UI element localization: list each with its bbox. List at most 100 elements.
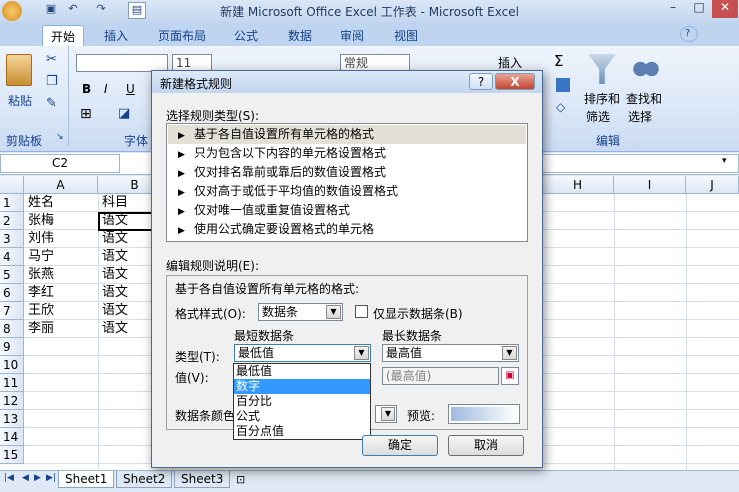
range-picker-icon[interactable]: ▣ xyxy=(501,367,519,385)
row-header[interactable]: 7 xyxy=(0,302,24,320)
longest-type-combo[interactable]: 最高值 ▼ xyxy=(382,344,519,362)
cell-a[interactable]: 李丽 xyxy=(24,320,98,338)
underline-icon[interactable]: U xyxy=(126,82,135,96)
sort-filter-button-line2[interactable]: 筛选 xyxy=(586,108,610,125)
format-style-label: 格式样式(O): xyxy=(175,307,246,321)
column-header-a[interactable]: A xyxy=(24,176,98,194)
rule-type-item[interactable]: ▶ 仅对唯一值或重复值设置格式 xyxy=(168,201,526,220)
row-header[interactable]: 3 xyxy=(0,230,24,248)
rule-type-item[interactable]: ▶ 仅对排名靠前或靠后的数值设置格式 xyxy=(168,163,526,182)
sheet-tab-sheet3[interactable]: Sheet3 xyxy=(174,471,231,488)
row-header[interactable]: 13 xyxy=(0,410,24,428)
cut-icon[interactable]: ✂ xyxy=(46,52,57,67)
row-header[interactable]: 1 xyxy=(0,194,24,212)
rule-type-item[interactable]: ▶ 仅对高于或低于平均值的数值设置格式 xyxy=(168,182,526,201)
cell-a[interactable]: 马宁 xyxy=(24,248,98,266)
row-header[interactable]: 8 xyxy=(0,320,24,338)
bar-color-picker[interactable]: ▼ xyxy=(375,405,397,423)
find-select-button-line2[interactable]: 选择 xyxy=(628,108,652,125)
tab-data[interactable]: 数据 xyxy=(280,25,320,46)
fill-icon[interactable] xyxy=(556,78,570,92)
dropdown-option[interactable]: 百分比 xyxy=(234,394,370,409)
cell-a[interactable]: 王欣 xyxy=(24,302,98,320)
cell-a[interactable]: 姓名 xyxy=(24,194,98,212)
tab-home[interactable]: 开始 xyxy=(42,25,85,46)
sheet-nav-last-icon[interactable]: ▶| xyxy=(46,473,56,483)
row-header[interactable]: 14 xyxy=(0,428,24,446)
name-box[interactable]: C2 xyxy=(0,154,120,173)
cell-a[interactable]: 张燕 xyxy=(24,266,98,284)
minimize-icon[interactable]: – xyxy=(660,0,686,18)
chevron-down-icon[interactable]: ▼ xyxy=(354,346,369,360)
sheet-nav-prev-icon[interactable]: ◀ xyxy=(22,473,29,483)
italic-icon[interactable]: I xyxy=(104,82,108,96)
expand-formula-icon[interactable]: ▾ xyxy=(722,156,727,166)
formula-input[interactable] xyxy=(540,154,739,173)
cell-a[interactable]: 李红 xyxy=(24,284,98,302)
sheet-nav-first-icon[interactable]: |◀ xyxy=(4,473,14,483)
cell-a[interactable]: 刘伟 xyxy=(24,230,98,248)
chevron-down-icon[interactable]: ▼ xyxy=(381,407,395,421)
dialog-help-button[interactable]: ? xyxy=(469,73,493,90)
tab-view[interactable]: 视图 xyxy=(386,25,426,46)
paste-icon[interactable] xyxy=(6,54,32,86)
format-painter-icon[interactable]: ✎ xyxy=(46,96,57,111)
bold-icon[interactable]: B xyxy=(82,82,91,96)
tab-formulas[interactable]: 公式 xyxy=(226,25,266,46)
column-header-i[interactable]: I xyxy=(614,176,686,194)
show-bar-only-checkbox[interactable] xyxy=(355,305,368,318)
border-icon[interactable]: ⊞ xyxy=(80,106,92,122)
chevron-down-icon[interactable]: ▼ xyxy=(502,346,517,360)
ok-button[interactable]: 确定 xyxy=(362,435,438,456)
cancel-button[interactable]: 取消 xyxy=(448,435,524,456)
row-header[interactable]: 15 xyxy=(0,446,24,464)
autosum-icon[interactable]: Σ xyxy=(554,52,563,70)
maximize-icon[interactable]: □ xyxy=(686,0,712,18)
select-all-corner[interactable] xyxy=(0,176,24,194)
row-header[interactable]: 9 xyxy=(0,338,24,356)
row-header[interactable]: 2 xyxy=(0,212,24,230)
paste-button[interactable]: 粘贴 xyxy=(8,92,32,109)
insert-cells-button[interactable]: 插入 xyxy=(498,54,522,71)
shortest-bar-label: 最短数据条 xyxy=(234,329,295,343)
column-header-j[interactable]: J xyxy=(686,176,739,194)
chevron-down-icon[interactable]: ▼ xyxy=(326,305,341,319)
find-binoculars-icon[interactable] xyxy=(632,56,660,82)
dropdown-option[interactable]: 最低值 xyxy=(234,364,370,379)
row-header[interactable]: 11 xyxy=(0,374,24,392)
sheet-nav-next-icon[interactable]: ▶ xyxy=(34,473,41,483)
fill-color-icon[interactable]: ◪ xyxy=(118,106,130,121)
row-header[interactable]: 10 xyxy=(0,356,24,374)
sheet-tab-sheet1[interactable]: Sheet1 xyxy=(58,471,115,488)
dialog-close-button[interactable]: X xyxy=(495,73,535,90)
sheet-tab-sheet2[interactable]: Sheet2 xyxy=(116,471,173,488)
tab-review[interactable]: 审阅 xyxy=(332,25,372,46)
tab-page-layout[interactable]: 页面布局 xyxy=(150,25,214,46)
rule-type-item[interactable]: ▶ 使用公式确定要设置格式的单元格 xyxy=(168,220,526,239)
cell-a[interactable]: 张梅 xyxy=(24,212,98,230)
tab-insert[interactable]: 插入 xyxy=(96,25,136,46)
rule-type-item[interactable]: ▶ 只为包含以下内容的单元格设置格式 xyxy=(168,144,526,163)
longest-value-input[interactable]: (最高值) xyxy=(382,367,499,385)
row-header[interactable]: 4 xyxy=(0,248,24,266)
copy-icon[interactable]: ❐ xyxy=(46,74,58,89)
sort-filter-icon[interactable] xyxy=(588,54,616,84)
shortest-type-combo[interactable]: 最低值 ▼ xyxy=(234,344,371,362)
column-header-h[interactable]: H xyxy=(542,176,614,194)
clear-icon[interactable]: ◇ xyxy=(556,100,565,114)
dropdown-option[interactable]: 公式 xyxy=(234,409,370,424)
find-select-button[interactable]: 查找和 xyxy=(626,90,662,107)
dropdown-option[interactable]: 百分点值 xyxy=(234,424,370,439)
sheet-tabs-bar: |◀ ◀ ▶ ▶| Sheet1 Sheet2 Sheet3 ⊡ xyxy=(0,470,739,492)
help-icon[interactable]: ? xyxy=(680,26,698,42)
row-header[interactable]: 6 xyxy=(0,284,24,302)
dropdown-option[interactable]: 数字 xyxy=(234,379,370,394)
close-window-icon[interactable]: ✕ xyxy=(712,0,738,18)
sort-filter-button[interactable]: 排序和 xyxy=(584,90,620,107)
row-header[interactable]: 12 xyxy=(0,392,24,410)
insert-sheet-icon[interactable]: ⊡ xyxy=(236,473,245,486)
clipboard-launcher-icon[interactable]: ↘ xyxy=(56,132,64,142)
rule-type-item[interactable]: ▶ 基于各自值设置所有单元格的格式 xyxy=(168,125,526,144)
format-style-combo[interactable]: 数据条 ▼ xyxy=(258,303,343,321)
row-header[interactable]: 5 xyxy=(0,266,24,284)
